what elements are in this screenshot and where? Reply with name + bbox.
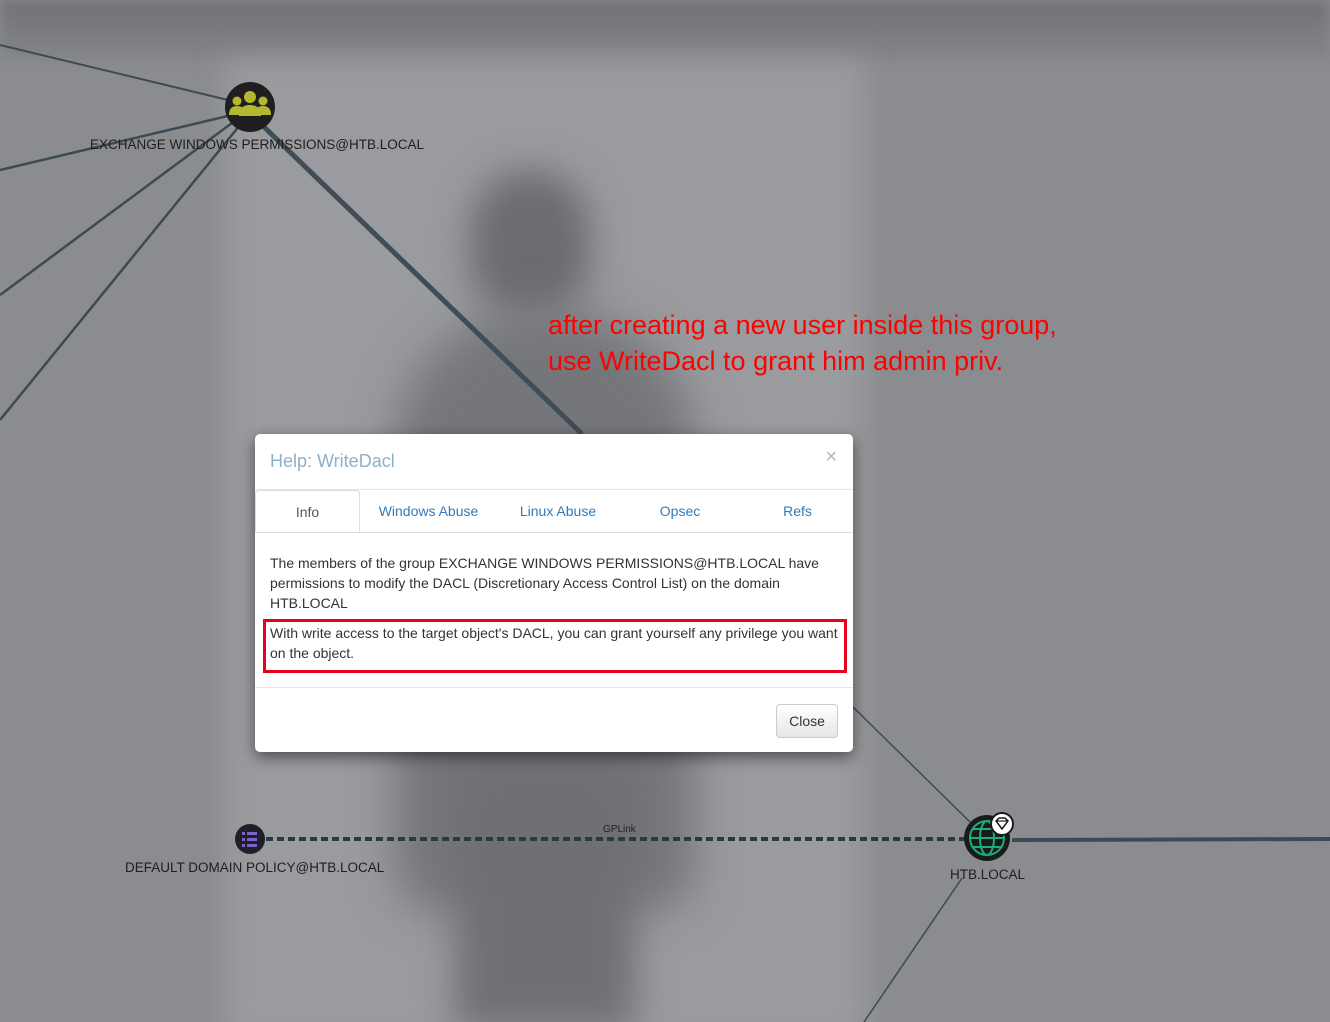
annotation-line-2: use WriteDacl to grant him admin priv. [548, 346, 1004, 376]
red-annotation: after creating a new user inside this gr… [548, 307, 1057, 379]
annotation-line-1: after creating a new user inside this gr… [548, 310, 1057, 340]
edge[interactable] [0, 44, 229, 101]
tab-refs[interactable]: Refs [750, 490, 845, 532]
modal-title: Help: WriteDacl [270, 451, 395, 471]
gpo-node[interactable] [235, 824, 265, 854]
help-modal: Help: WriteDacl × Info Windows Abuse Lin… [255, 434, 853, 752]
red-highlight-box [263, 619, 847, 673]
edge[interactable] [0, 124, 241, 421]
close-button[interactable]: Close [776, 704, 838, 738]
writedacl-edge[interactable] [260, 123, 584, 436]
gplink-edge-label: GPLink [603, 824, 636, 835]
edge[interactable] [1011, 837, 1330, 842]
gpo-node-label: DEFAULT DOMAIN POLICY@HTB.LOCAL [125, 860, 385, 875]
domain-node[interactable] [964, 812, 1014, 861]
gpo-list-icon [242, 832, 257, 847]
domain-node-label: HTB.LOCAL [950, 867, 1026, 882]
group-node-label: EXCHANGE WINDOWS PERMISSIONS@HTB.LOCAL [90, 137, 424, 152]
high-value-diamond-icon [990, 812, 1014, 836]
edge[interactable] [863, 877, 963, 1022]
modal-tabs: Info Windows Abuse Linux Abuse Opsec Ref… [255, 490, 853, 533]
info-paragraph-1: The members of the group EXCHANGE WINDOW… [270, 555, 819, 611]
modal-footer: Close [255, 687, 853, 753]
group-node[interactable] [225, 82, 275, 132]
writedacl-edge-lower[interactable] [852, 706, 971, 823]
graph-canvas[interactable]: EXCHANGE WINDOWS PERMISSIONS@HTB.LOCAL D… [0, 0, 1330, 1022]
tab-windows-abuse[interactable]: Windows Abuse [367, 490, 490, 532]
tab-linux-abuse[interactable]: Linux Abuse [498, 490, 618, 532]
tab-info[interactable]: Info [255, 490, 360, 532]
tab-opsec[interactable]: Opsec [625, 490, 735, 532]
modal-header: Help: WriteDacl × [255, 434, 853, 490]
close-icon[interactable]: × [825, 446, 837, 469]
modal-body: The members of the group EXCHANGE WINDOW… [255, 533, 853, 673]
